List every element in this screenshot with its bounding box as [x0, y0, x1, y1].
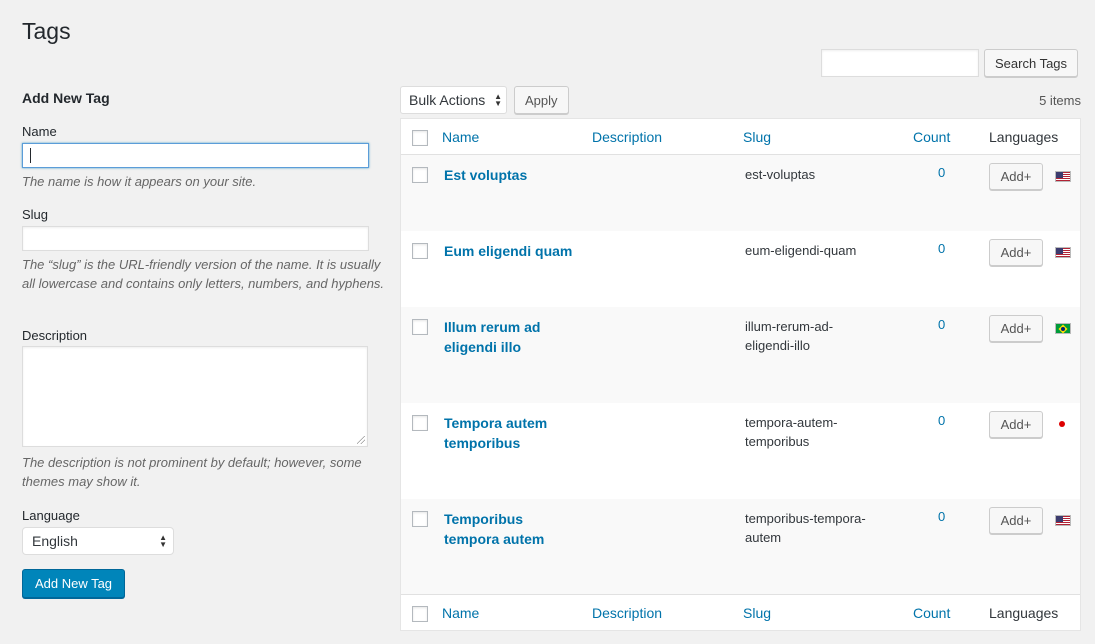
add-translation-button[interactable]: Add+	[989, 163, 1043, 190]
row-checkbox[interactable]	[412, 319, 428, 335]
us-flag-icon[interactable]	[1055, 171, 1071, 182]
column-slug[interactable]: Slug	[743, 129, 771, 145]
search-input[interactable]	[821, 49, 979, 77]
slug-label: Slug	[22, 207, 49, 222]
tag-name-link[interactable]: Temporibus tempora autem	[444, 509, 564, 549]
table-row: Tempora autem temporibus tempora-autem-t…	[401, 403, 1080, 499]
select-arrows-icon: ▲ ▼	[159, 533, 167, 549]
language-value: English	[32, 533, 78, 549]
column-languages: Languages	[989, 605, 1059, 621]
column-description[interactable]: Description	[592, 129, 662, 145]
tag-slug: tempora-autem-temporibus	[745, 415, 838, 449]
tag-name-link[interactable]: Tempora autem temporibus	[444, 413, 564, 453]
tag-count-link[interactable]: 0	[938, 165, 945, 180]
tag-slug: temporibus-tempora-autem	[745, 511, 866, 545]
description-help: The description is not prominent by defa…	[22, 455, 362, 489]
column-slug[interactable]: Slug	[743, 605, 771, 621]
table-footer: Name Description Slug Count Languages	[401, 594, 1080, 630]
resize-handle-icon[interactable]	[357, 436, 365, 444]
add-translation-button[interactable]: Add+	[989, 315, 1043, 342]
add-translation-button[interactable]: Add+	[989, 239, 1043, 266]
column-count[interactable]: Count	[913, 129, 950, 145]
language-select[interactable]: English ▲ ▼	[22, 527, 174, 555]
table-row: Temporibus tempora autem temporibus-temp…	[401, 499, 1080, 595]
row-checkbox[interactable]	[412, 511, 428, 527]
form-heading: Add New Tag	[22, 90, 110, 106]
red-dot-flag-icon[interactable]	[1059, 421, 1065, 427]
name-input[interactable]	[22, 143, 369, 168]
description-textarea[interactable]	[22, 346, 368, 447]
column-name[interactable]: Name	[442, 605, 479, 621]
select-all-checkbox[interactable]	[412, 606, 428, 622]
row-checkbox[interactable]	[412, 243, 428, 259]
apply-button[interactable]: Apply	[514, 86, 569, 114]
select-arrows-icon: ▲ ▼	[494, 92, 502, 108]
search-tags-button[interactable]: Search Tags	[984, 49, 1079, 77]
column-name[interactable]: Name	[442, 129, 479, 145]
description-label: Description	[22, 328, 88, 343]
tag-slug: eum-eligendi-quam	[745, 243, 857, 258]
table-row: Est voluptas est-voluptas 0 Add+	[401, 155, 1080, 231]
slug-input[interactable]	[22, 226, 369, 251]
bulk-actions-select[interactable]: Bulk Actions ▲ ▼	[400, 86, 507, 114]
bulk-actions-bar: Bulk Actions ▲ ▼ Apply	[400, 86, 569, 114]
tag-count-link[interactable]: 0	[938, 509, 945, 524]
bulk-actions-label: Bulk Actions	[409, 92, 486, 108]
tag-count-link[interactable]: 0	[938, 413, 945, 428]
add-tag-form: Add New Tag Name The name is how it appe…	[22, 88, 388, 598]
tag-slug: illum-rerum-ad-eligendi-illo	[745, 319, 834, 353]
name-help: The name is how it appears on your site.	[22, 174, 257, 189]
tags-table: Name Description Slug Count Languages Es…	[400, 118, 1081, 631]
tag-name-link[interactable]: Est voluptas	[444, 165, 574, 185]
column-languages: Languages	[989, 129, 1059, 145]
select-all-checkbox[interactable]	[412, 130, 428, 146]
table-header: Name Description Slug Count Languages	[401, 119, 1080, 155]
table-row: Eum eligendi quam eum-eligendi-quam 0 Ad…	[401, 231, 1080, 307]
us-flag-icon[interactable]	[1055, 247, 1071, 258]
add-translation-button[interactable]: Add+	[989, 411, 1043, 438]
column-count[interactable]: Count	[913, 605, 950, 621]
language-label: Language	[22, 508, 80, 523]
row-checkbox[interactable]	[412, 167, 428, 183]
tag-slug: est-voluptas	[745, 167, 816, 182]
table-row: Illum rerum ad eligendi illo illum-rerum…	[401, 307, 1080, 403]
tag-count-link[interactable]: 0	[938, 241, 945, 256]
search-box: Search Tags	[821, 49, 1079, 77]
items-count: 5 items	[1039, 93, 1081, 108]
tag-name-link[interactable]: Illum rerum ad eligendi illo	[444, 317, 564, 357]
brazil-flag-icon[interactable]	[1055, 323, 1071, 334]
row-checkbox[interactable]	[412, 415, 428, 431]
tag-name-link[interactable]: Eum eligendi quam	[444, 241, 594, 261]
column-description[interactable]: Description	[592, 605, 662, 621]
name-label: Name	[22, 124, 57, 139]
tag-count-link[interactable]: 0	[938, 317, 945, 332]
add-translation-button[interactable]: Add+	[989, 507, 1043, 534]
page-title: Tags	[22, 18, 71, 44]
slug-help: The “slug” is the URL-friendly version o…	[22, 257, 385, 291]
add-new-tag-button[interactable]: Add New Tag	[22, 569, 125, 598]
us-flag-icon[interactable]	[1055, 515, 1071, 526]
